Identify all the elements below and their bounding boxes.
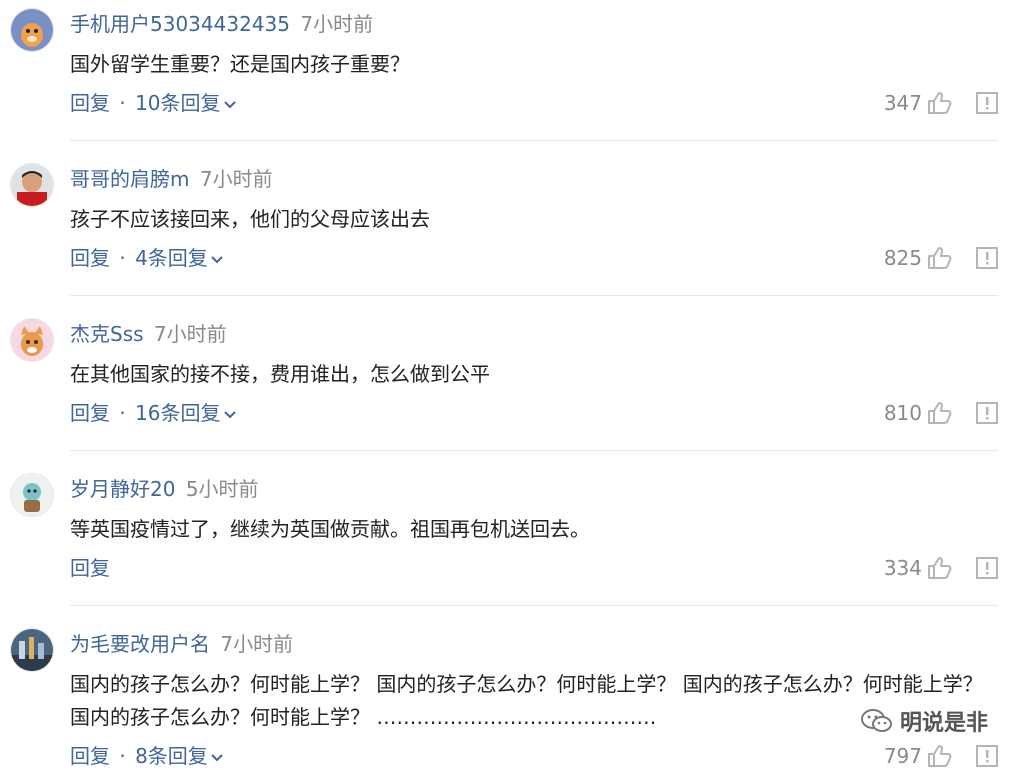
divider	[70, 295, 998, 296]
comment-item: 岁月静好20 5小时前 等英国疫情过了，继续为英国做贡献。祖国再包机送回去。 回…	[0, 465, 1034, 620]
separator: ·	[119, 401, 126, 425]
like-count: 797	[883, 744, 922, 768]
like-count: 810	[883, 401, 922, 425]
timestamp: 7小时前	[300, 12, 374, 36]
username[interactable]: 为毛要改用户名	[70, 632, 210, 656]
report-icon[interactable]	[976, 92, 998, 114]
avatar[interactable]	[10, 318, 54, 362]
comment-item: 手机用户53034432435 7小时前 国外留学生重要？还是国内孩子重要？ 回…	[0, 0, 1034, 155]
chevron-down-icon	[211, 255, 223, 263]
reply-button[interactable]: 回复	[70, 556, 110, 580]
reply-button[interactable]: 回复	[70, 91, 110, 115]
comment-item: 为毛要改用户名 7小时前 国内的孩子怎么办？何时能上学？ 国内的孩子怎么办？何时…	[0, 620, 1034, 770]
chevron-down-icon	[223, 410, 236, 418]
avatar[interactable]	[10, 8, 54, 52]
comment-item: 杰克Sss 7小时前 在其他国家的接不接，费用谁出，怎么做到公平 回复 · 16…	[0, 310, 1034, 465]
report-icon[interactable]	[976, 402, 998, 424]
thumbs-up-icon[interactable]	[926, 400, 952, 426]
separator: ·	[119, 246, 126, 270]
divider	[70, 605, 998, 606]
comment-text: 孩子不应该接回来，他们的父母应该出去	[70, 207, 430, 231]
separator: ·	[119, 744, 126, 768]
reply-count: 16条回复	[135, 401, 221, 425]
watermark-text: 明说是非	[900, 711, 989, 736]
like-count: 347	[883, 91, 922, 115]
like-count: 334	[883, 556, 922, 580]
timestamp: 7小时前	[153, 322, 227, 346]
chevron-down-icon	[223, 100, 236, 108]
username[interactable]: 杰克Sss	[70, 322, 144, 346]
avatar[interactable]	[10, 163, 54, 207]
username[interactable]: 手机用户53034432435	[70, 12, 290, 36]
separator: ·	[119, 91, 126, 115]
timestamp: 5小时前	[185, 477, 259, 501]
report-icon[interactable]	[976, 247, 998, 269]
watermark: 明说是非	[860, 705, 988, 737]
view-replies-button[interactable]: 10条回复	[135, 91, 236, 115]
thumbs-up-icon[interactable]	[926, 245, 952, 271]
timestamp: 7小时前	[220, 632, 294, 656]
comment-item: 哥哥的肩膀m 7小时前 孩子不应该接回来，他们的父母应该出去 回复 · 4条回复…	[0, 155, 1034, 310]
report-icon[interactable]	[976, 745, 998, 767]
view-replies-button[interactable]: 8条回复	[135, 744, 224, 768]
reply-count: 4条回复	[135, 246, 208, 270]
view-replies-button[interactable]: 16条回复	[135, 401, 236, 425]
reply-button[interactable]: 回复	[70, 401, 110, 425]
username[interactable]: 哥哥的肩膀m	[70, 167, 189, 191]
divider	[70, 450, 998, 451]
divider	[70, 140, 998, 141]
comment-text: 在其他国家的接不接，费用谁出，怎么做到公平	[70, 362, 490, 386]
avatar[interactable]	[10, 628, 54, 672]
thumbs-up-icon[interactable]	[926, 743, 952, 769]
thumbs-up-icon[interactable]	[926, 90, 952, 116]
comment-text: 等英国疫情过了，继续为英国做贡献。祖国再包机送回去。	[70, 517, 590, 541]
username[interactable]: 岁月静好20	[70, 477, 175, 501]
reply-count: 8条回复	[135, 744, 208, 768]
timestamp: 7小时前	[199, 167, 273, 191]
view-replies-button[interactable]: 4条回复	[135, 246, 224, 270]
avatar[interactable]	[10, 473, 54, 517]
reply-button[interactable]: 回复	[70, 744, 110, 768]
report-icon[interactable]	[976, 557, 998, 579]
comment-text: 国外留学生重要？还是国内孩子重要？	[70, 52, 410, 76]
wechat-icon	[861, 709, 892, 732]
like-count: 825	[883, 246, 922, 270]
thumbs-up-icon[interactable]	[926, 555, 952, 581]
reply-button[interactable]: 回复	[70, 246, 110, 270]
reply-count: 10条回复	[135, 91, 221, 115]
comment-text: 国内的孩子怎么办？何时能上学？ 国内的孩子怎么办？何时能上学？ 国内的孩子怎么办…	[70, 672, 983, 729]
chevron-down-icon	[211, 753, 223, 761]
